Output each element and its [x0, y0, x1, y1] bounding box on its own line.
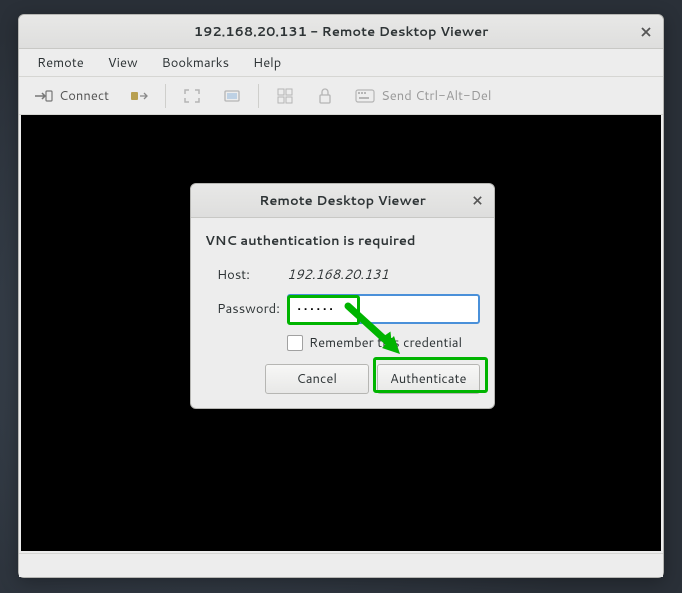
dialog-titlebar[interactable]: Remote Desktop Viewer — [191, 184, 494, 218]
screenshot-icon — [222, 86, 242, 106]
toolbar: Connect — [19, 77, 663, 115]
remember-label: Remember this credential — [309, 334, 462, 352]
lock-icon — [315, 86, 335, 106]
host-value: 192.168.20.131 — [287, 266, 389, 284]
toolbar-separator — [165, 84, 166, 108]
toolbar-separator — [258, 84, 259, 108]
dialog-body: VNC authentication is required Host: 192… — [191, 218, 494, 408]
window-title: 192.168.20.131 - Remote Desktop Viewer — [19, 23, 663, 41]
scale-button[interactable] — [267, 82, 303, 110]
cancel-button[interactable]: Cancel — [265, 364, 369, 394]
fullscreen-icon — [182, 86, 202, 106]
connect-button[interactable]: Connect — [25, 82, 117, 110]
disconnect-icon — [129, 86, 149, 106]
titlebar[interactable]: 192.168.20.131 - Remote Desktop Viewer — [19, 15, 663, 49]
connect-icon — [33, 86, 53, 106]
dialog-title: Remote Desktop Viewer — [191, 192, 494, 210]
menu-help[interactable]: Help — [241, 50, 293, 76]
dialog-buttons: Cancel Authenticate — [205, 364, 480, 394]
password-label: Password: — [217, 300, 287, 318]
close-icon[interactable] — [468, 192, 486, 210]
screenshot-button[interactable] — [214, 82, 250, 110]
password-input[interactable] — [287, 294, 480, 324]
readonly-button[interactable] — [307, 82, 343, 110]
menubar: Remote View Bookmarks Help — [19, 49, 663, 77]
host-label: Host: — [217, 266, 287, 284]
close-icon[interactable] — [637, 23, 655, 41]
fullscreen-button[interactable] — [174, 82, 210, 110]
send-keys-button[interactable]: Send Ctrl-Alt-Del — [347, 82, 499, 110]
disconnect-button[interactable] — [121, 82, 157, 110]
remember-row: Remember this credential — [205, 334, 480, 352]
menu-view[interactable]: View — [96, 50, 150, 76]
send-keys-label: Send Ctrl-Alt-Del — [381, 87, 491, 105]
remember-checkbox[interactable] — [287, 335, 303, 351]
auth-dialog: Remote Desktop Viewer VNC authentication… — [190, 183, 495, 409]
password-row: Password: — [205, 294, 480, 324]
host-row: Host: 192.168.20.131 — [205, 266, 480, 284]
menu-remote[interactable]: Remote — [25, 50, 96, 76]
dialog-heading: VNC authentication is required — [205, 232, 480, 250]
connect-label: Connect — [59, 87, 109, 105]
keyboard-icon — [355, 86, 375, 106]
statusbar — [19, 553, 663, 577]
scale-icon — [275, 86, 295, 106]
authenticate-button[interactable]: Authenticate — [377, 364, 481, 394]
menu-bookmarks[interactable]: Bookmarks — [150, 50, 241, 76]
